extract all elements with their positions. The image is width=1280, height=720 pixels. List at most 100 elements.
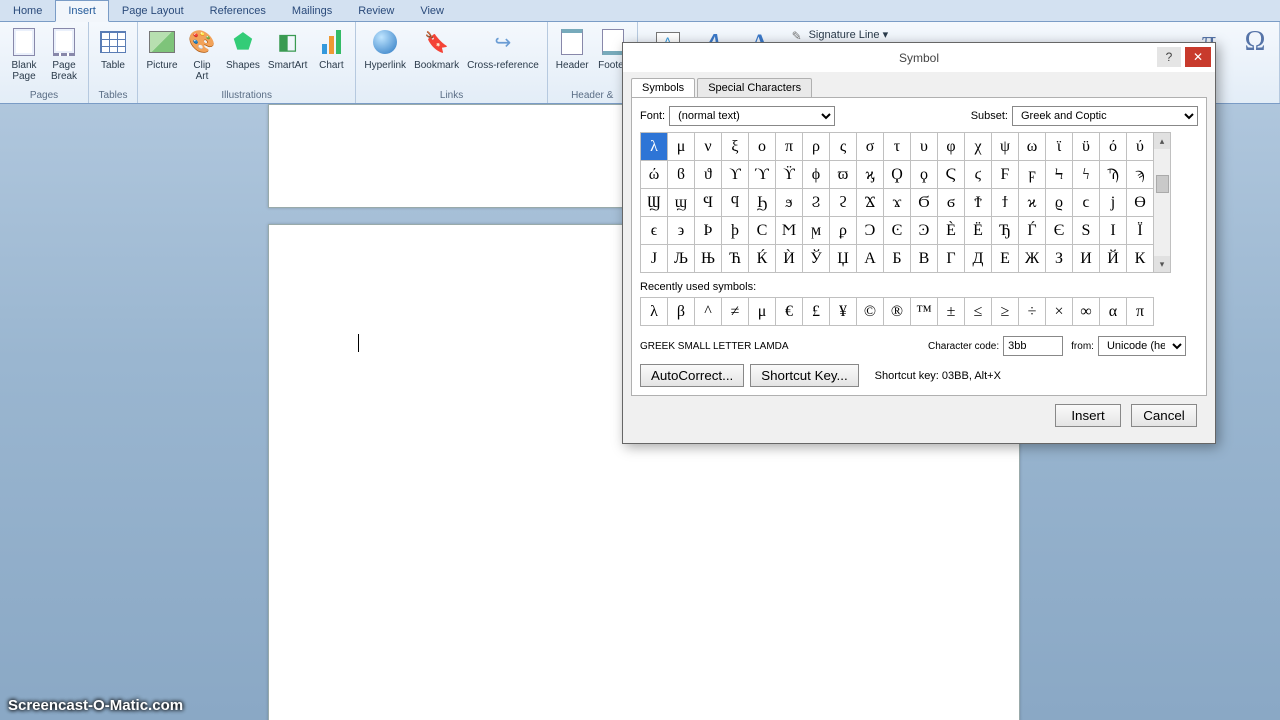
symbol-cell[interactable]: К	[1127, 245, 1154, 273]
symbol-cell[interactable]: ό	[1100, 133, 1127, 161]
ribbon-picture-button[interactable]: Picture	[142, 24, 182, 73]
symbol-cell[interactable]: Ϧ	[749, 189, 776, 217]
recent-symbol-cell[interactable]: £	[803, 298, 830, 326]
symbol-cell[interactable]: Ѓ	[1019, 217, 1046, 245]
symbol-cell[interactable]: Г	[938, 245, 965, 273]
symbol-cell[interactable]: ϔ	[776, 161, 803, 189]
symbol-cell[interactable]: Й	[1100, 245, 1127, 273]
symbol-cell[interactable]: ϰ	[1019, 189, 1046, 217]
symbol-cell[interactable]: ϛ	[965, 161, 992, 189]
recent-symbol-cell[interactable]: λ	[641, 298, 668, 326]
symbol-cell[interactable]: φ	[938, 133, 965, 161]
ribbon-header-button[interactable]: Header	[552, 24, 593, 73]
symbol-cell[interactable]: Ϭ	[911, 189, 938, 217]
symbol-cell[interactable]: Ѕ	[1073, 217, 1100, 245]
menu-tab-insert[interactable]: Insert	[55, 0, 109, 22]
symbol-cell[interactable]: В	[911, 245, 938, 273]
recent-symbol-cell[interactable]: €	[776, 298, 803, 326]
symbol-cell[interactable]: ϱ	[1046, 189, 1073, 217]
symbol-cell[interactable]: ϼ	[830, 217, 857, 245]
symbol-cell[interactable]: З	[1046, 245, 1073, 273]
recent-symbol-cell[interactable]: ×	[1046, 298, 1073, 326]
symbol-cell[interactable]: Ї	[1127, 217, 1154, 245]
symbol-cell[interactable]: ϊ	[1046, 133, 1073, 161]
symbol-cell[interactable]: Ѐ	[938, 217, 965, 245]
symbol-cell[interactable]: ϣ	[668, 189, 695, 217]
menu-tab-mailings[interactable]: Mailings	[279, 0, 345, 21]
symbol-cell[interactable]: Њ	[695, 245, 722, 273]
recent-symbol-cell[interactable]: ™	[911, 298, 938, 326]
symbol-cell[interactable]: ύ	[1127, 133, 1154, 161]
symbol-cell[interactable]: υ	[911, 133, 938, 161]
ribbon-shapes-button[interactable]: ⬟Shapes	[222, 24, 264, 73]
dialog-tab-symbols[interactable]: Symbols	[631, 78, 695, 98]
symbol-cell[interactable]: Ј	[641, 245, 668, 273]
symbol-cell[interactable]: ϯ	[992, 189, 1019, 217]
symbol-cell[interactable]: ϻ	[803, 217, 830, 245]
ribbon-chart-button[interactable]: Chart	[311, 24, 351, 73]
symbol-cell[interactable]: Ϡ	[1100, 161, 1127, 189]
symbol-cell[interactable]: π	[776, 133, 803, 161]
recent-symbol-cell[interactable]: ÷	[1019, 298, 1046, 326]
symbol-cell[interactable]: ϫ	[884, 189, 911, 217]
symbol-cell[interactable]: Ϥ	[695, 189, 722, 217]
symbol-cell[interactable]: Ͽ	[911, 217, 938, 245]
help-button[interactable]: ?	[1157, 47, 1181, 67]
symbol-cell[interactable]: ϩ	[830, 189, 857, 217]
dialog-tab-special-characters[interactable]: Special Characters	[697, 78, 812, 98]
symbol-cell[interactable]: И	[1073, 245, 1100, 273]
symbol-cell[interactable]: Д	[965, 245, 992, 273]
char-code-input[interactable]	[1003, 336, 1063, 356]
symbol-cell[interactable]: ϙ	[911, 161, 938, 189]
recent-symbol-cell[interactable]: π	[1127, 298, 1154, 326]
symbol-cell[interactable]: Ћ	[722, 245, 749, 273]
symbol-cell[interactable]: χ	[965, 133, 992, 161]
symbol-cell[interactable]: ψ	[992, 133, 1019, 161]
symbol-cell[interactable]: Џ	[830, 245, 857, 273]
ribbon-smartart-button[interactable]: ◧SmartArt	[264, 24, 311, 73]
menu-tab-review[interactable]: Review	[345, 0, 407, 21]
symbol-cell[interactable]: ω	[1019, 133, 1046, 161]
ribbon-table-button[interactable]: Table	[93, 24, 133, 73]
symbol-cell[interactable]: Б	[884, 245, 911, 273]
symbol-cell[interactable]: ξ	[722, 133, 749, 161]
symbol-cell[interactable]: ϡ	[1127, 161, 1154, 189]
recent-symbol-cell[interactable]: ®	[884, 298, 911, 326]
ribbon-hyperlink-button[interactable]: Hyperlink	[360, 24, 410, 73]
symbol-cell[interactable]: ϸ	[722, 217, 749, 245]
symbol-cell[interactable]: Ϫ	[857, 189, 884, 217]
ribbon-page-break-button[interactable]: Page Break	[44, 24, 84, 84]
symbol-cell[interactable]: Ђ	[992, 217, 1019, 245]
recent-symbol-cell[interactable]: ≠	[722, 298, 749, 326]
symbol-cell[interactable]: ϶	[668, 217, 695, 245]
symbol-cell[interactable]: λ	[641, 133, 668, 161]
symbol-cell[interactable]: Є	[1046, 217, 1073, 245]
symbol-cell[interactable]: Љ	[668, 245, 695, 273]
recent-symbol-cell[interactable]: ∞	[1073, 298, 1100, 326]
symbol-cell[interactable]: ώ	[641, 161, 668, 189]
ribbon-blank-page-button[interactable]: Blank Page	[4, 24, 44, 84]
symbol-cell[interactable]: ϓ	[749, 161, 776, 189]
autocorrect-button[interactable]: AutoCorrect...	[640, 364, 744, 387]
recent-symbol-cell[interactable]: μ	[749, 298, 776, 326]
symbol-cell[interactable]: Ϸ	[695, 217, 722, 245]
scroll-up-icon[interactable]: ▴	[1154, 133, 1170, 149]
symbol-cell[interactable]: ς	[830, 133, 857, 161]
symbol-cell[interactable]: ϧ	[776, 189, 803, 217]
dialog-titlebar[interactable]: Symbol ? ✕	[623, 43, 1215, 72]
symbol-cell[interactable]: Ͼ	[884, 217, 911, 245]
symbol-cell[interactable]: Ϲ	[749, 217, 776, 245]
symbol-cell[interactable]: ϕ	[803, 161, 830, 189]
close-button[interactable]: ✕	[1185, 47, 1211, 67]
symbol-cell[interactable]: ϑ	[695, 161, 722, 189]
symbol-cell[interactable]: Ќ	[749, 245, 776, 273]
symbol-cell[interactable]: ϋ	[1073, 133, 1100, 161]
recent-symbol-cell[interactable]: ±	[938, 298, 965, 326]
menu-tab-page-layout[interactable]: Page Layout	[109, 0, 197, 21]
symbol-cell[interactable]: Ϛ	[938, 161, 965, 189]
symbol-cell[interactable]: Ϯ	[965, 189, 992, 217]
symbol-cell[interactable]: Ў	[803, 245, 830, 273]
font-select[interactable]: (normal text)	[669, 106, 835, 126]
symbol-cell[interactable]: Ѝ	[776, 245, 803, 273]
symbol-cell[interactable]: Ϣ	[641, 189, 668, 217]
